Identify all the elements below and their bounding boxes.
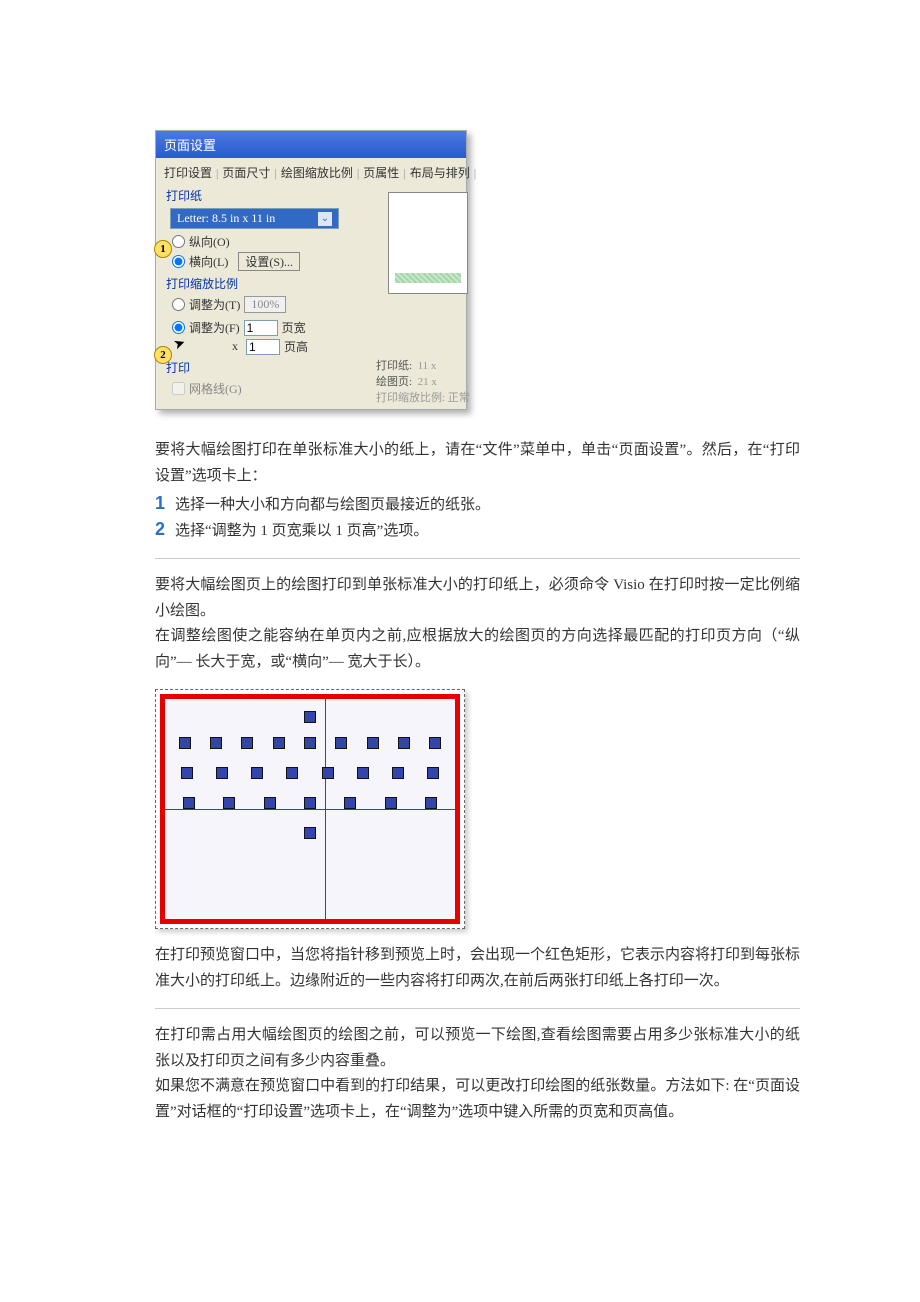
tab-page-size[interactable]: 页面尺寸 <box>222 166 270 180</box>
cursor-icon: ➤ <box>171 335 188 355</box>
fit-mult-label: x <box>188 339 242 354</box>
portrait-radio[interactable] <box>172 235 185 248</box>
divider-2 <box>155 1008 800 1009</box>
page-setup-dialog-figure: 页面设置 打印设置|页面尺寸|绘图缩放比例|页属性|布局与排列| 打印纸 Let… <box>155 130 467 410</box>
dialog-title: 页面设置 <box>156 131 466 158</box>
settings-button[interactable]: 设置(S)... <box>238 252 300 271</box>
gridlines-label: 网格线(G) <box>189 380 242 397</box>
paper-preview <box>388 192 468 294</box>
fit-height-label: 页高 <box>284 338 308 355</box>
portrait-label: 纵向(O) <box>189 233 230 250</box>
paragraph-preview: 在打印需占用大幅绘图页的绘图之前，可以预览一下绘图,查看绘图需要占用多少张标准大… <box>155 1023 800 1074</box>
tab-layout[interactable]: 布局与排列 <box>410 166 470 180</box>
numbered-steps: 1 选择一种大小和方向都与绘图页最接近的纸张。 2 选择“调整为 1 页宽乘以 … <box>155 493 800 544</box>
fit-height-input[interactable] <box>246 339 280 355</box>
paper-size-select[interactable]: Letter: 8.5 in x 11 in ⌄ <box>170 208 339 229</box>
fit-to-label: 调整为(F) <box>189 319 240 336</box>
dialog-tabs: 打印设置|页面尺寸|绘图缩放比例|页属性|布局与排列| <box>164 164 458 181</box>
adjust-to-radio[interactable] <box>172 298 185 311</box>
paragraph-orientation: 在调整绘图使之能容纳在单页内之前,应根据放大的绘图页的方向选择最匹配的打印页方向… <box>155 624 800 675</box>
adjust-percent-input[interactable]: 100% <box>244 296 286 313</box>
adjust-to-label: 调整为(T) <box>189 296 240 313</box>
chevron-down-icon: ⌄ <box>318 212 332 226</box>
step-number-2: 2 <box>155 519 169 540</box>
landscape-label: 横向(L) <box>189 253 228 270</box>
divider <box>155 558 800 559</box>
tab-page-props[interactable]: 页属性 <box>363 166 399 180</box>
step-1-text: 选择一种大小和方向都与绘图页最接近的纸张。 <box>175 493 490 519</box>
paragraph-adjust: 如果您不满意在预览窗口中看到的打印结果，可以更改打印绘图的纸张数量。方法如下: … <box>155 1074 800 1125</box>
print-info: 打印纸: 11 x 绘图页: 21 x 打印缩放比例: 正常 <box>376 357 466 405</box>
gridlines-checkbox[interactable] <box>172 382 185 395</box>
landscape-radio[interactable] <box>172 255 185 268</box>
paragraph-intro: 要将大幅绘图打印在单张标准大小的纸上，请在“文件”菜单中，单击“页面设置”。然后… <box>155 438 800 489</box>
tab-draw-scale[interactable]: 绘图缩放比例 <box>281 166 353 180</box>
callout-2: 2 <box>154 346 172 364</box>
step-number-1: 1 <box>155 493 169 514</box>
fit-to-radio[interactable] <box>172 321 185 334</box>
tab-print-setup[interactable]: 打印设置 <box>164 166 212 180</box>
fit-width-input[interactable] <box>244 320 278 336</box>
step-2-text: 选择“调整为 1 页宽乘以 1 页高”选项。 <box>175 519 428 545</box>
paragraph-scale: 要将大幅绘图页上的绘图打印到单张标准大小的打印纸上，必须命令 Visio 在打印… <box>155 573 800 624</box>
callout-1: 1 <box>154 240 172 258</box>
print-preview-inner <box>160 694 460 924</box>
paper-size-value: Letter: 8.5 in x 11 in <box>177 211 275 226</box>
dialog-body: 打印设置|页面尺寸|绘图缩放比例|页属性|布局与排列| 打印纸 Letter: … <box>156 158 466 409</box>
paragraph-red-rect: 在打印预览窗口中，当您将指针移到预览上时，会出现一个红色矩形，它表示内容将打印到… <box>155 943 800 994</box>
fit-width-label: 页宽 <box>282 319 306 336</box>
print-preview-figure <box>155 689 465 929</box>
